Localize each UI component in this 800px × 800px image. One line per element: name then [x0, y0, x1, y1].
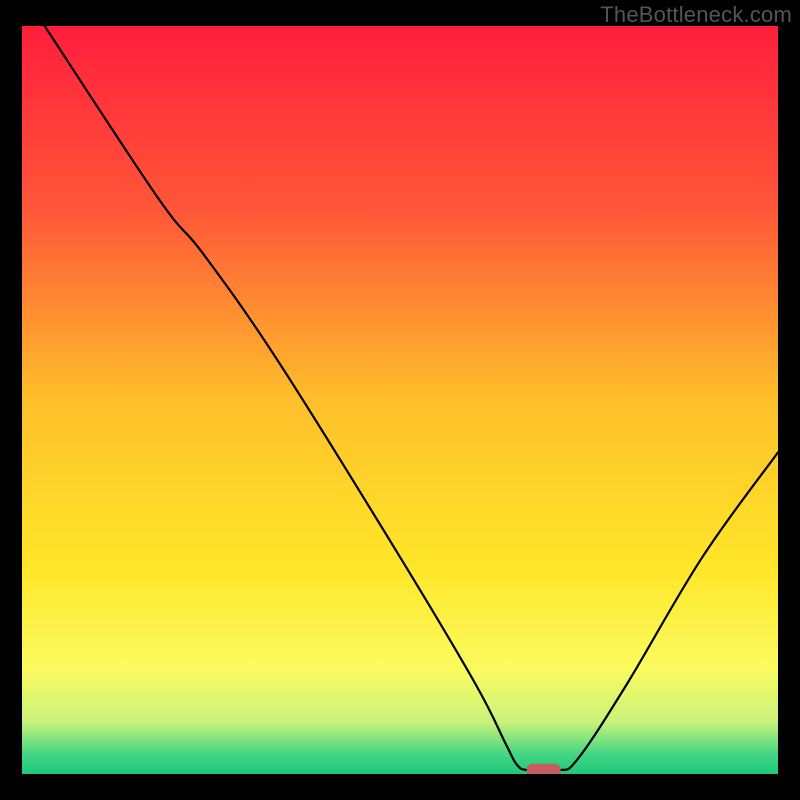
- plot-area: [22, 26, 778, 774]
- optimal-marker: [527, 764, 561, 774]
- gradient-background: [22, 26, 778, 774]
- chart-container: TheBottleneck.com: [0, 0, 800, 800]
- bottleneck-chart: [22, 26, 778, 774]
- watermark-text: TheBottleneck.com: [600, 2, 792, 28]
